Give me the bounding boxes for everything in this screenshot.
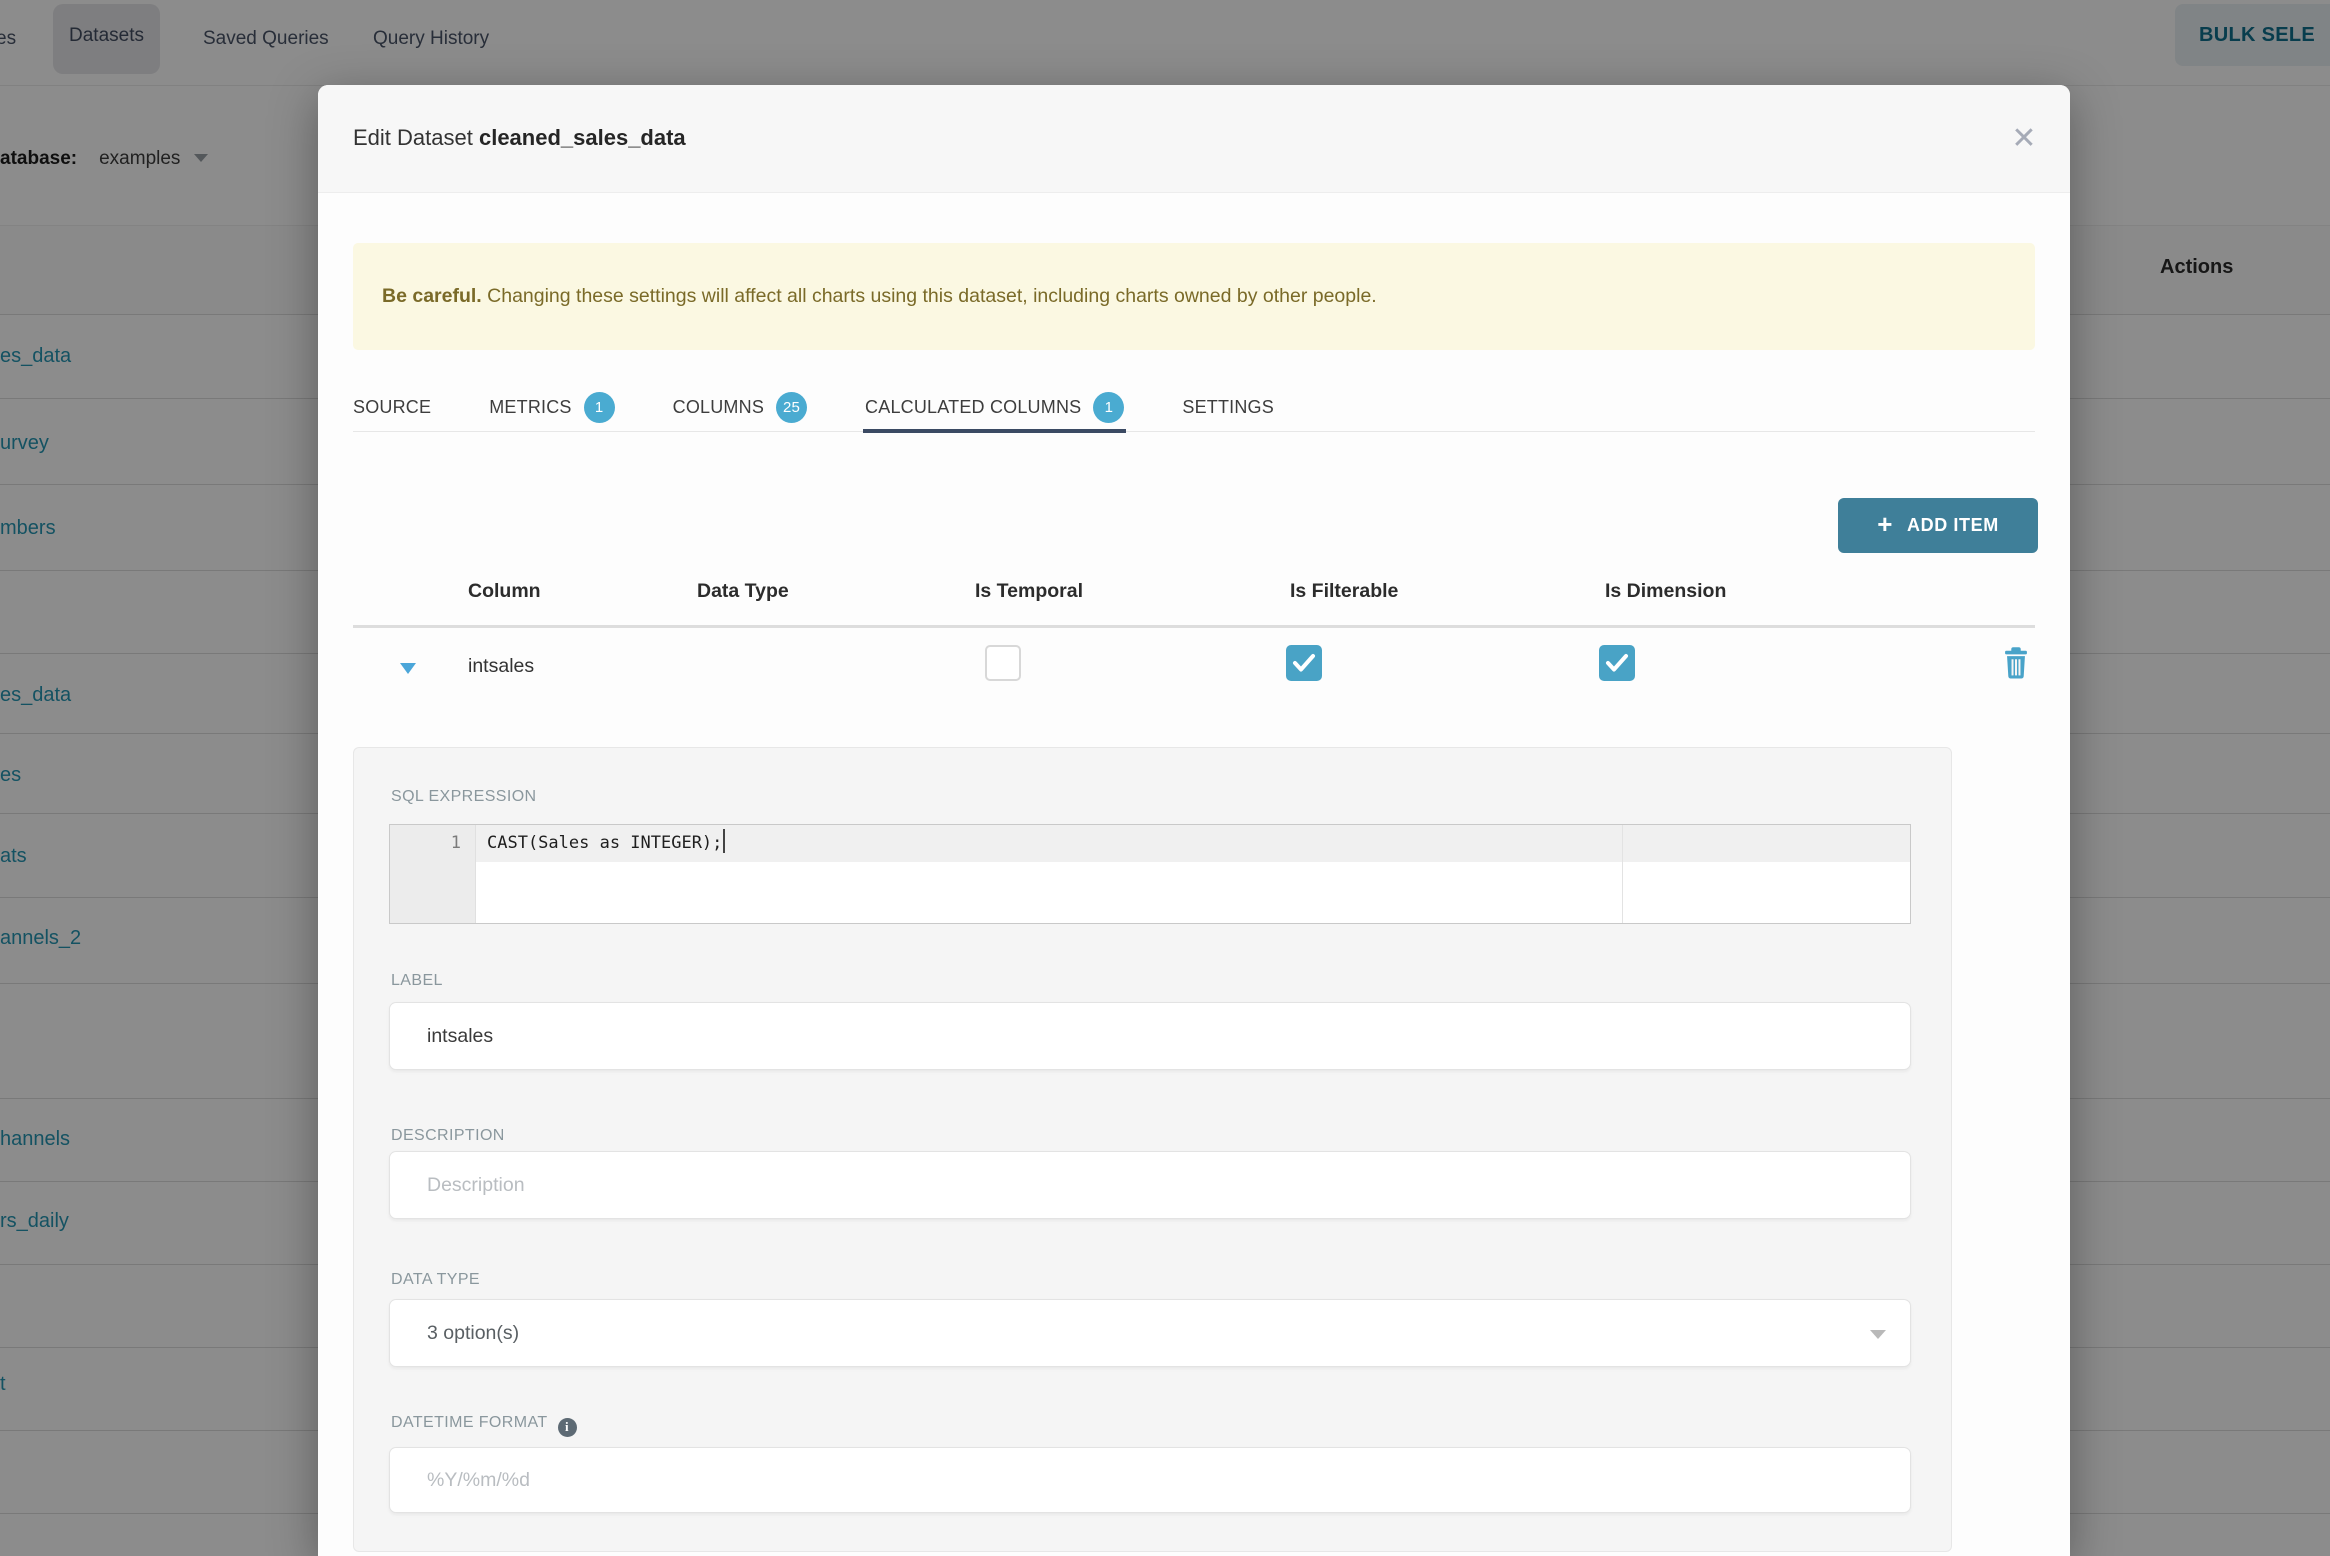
- grid-header-data-type: Data Type: [697, 580, 789, 602]
- data-type-value: 3 option(s): [427, 1321, 520, 1344]
- is-temporal-checkbox[interactable]: [985, 645, 1021, 681]
- delete-column-icon[interactable]: [2001, 645, 2031, 681]
- warning-banner: Be careful. Changing these settings will…: [353, 243, 2035, 350]
- tab-label: CALCULATED COLUMNS: [865, 396, 1082, 417]
- editor-line-number: 1: [450, 833, 461, 853]
- data-type-label: DATA TYPE: [391, 1271, 480, 1288]
- tab-label: METRICS: [489, 396, 572, 417]
- data-type-select[interactable]: 3 option(s): [389, 1299, 1911, 1367]
- editor-print-margin: [1622, 825, 1623, 923]
- tab-source[interactable]: SOURCE: [353, 383, 431, 431]
- add-item-label: ADD ITEM: [1907, 515, 1999, 535]
- calculated-column-name: intsales: [468, 655, 535, 677]
- tab-columns[interactable]: COLUMNS 25: [672, 383, 808, 431]
- tab-calculated-columns[interactable]: CALCULATED COLUMNS 1: [863, 383, 1127, 433]
- plus-icon: +: [1877, 508, 1893, 539]
- datetime-format-input[interactable]: [389, 1447, 1911, 1513]
- is-dimension-checkbox[interactable]: [1599, 645, 1635, 681]
- tab-label: COLUMNS: [672, 396, 765, 417]
- tab-count-badge: 1: [1093, 391, 1125, 423]
- tab-count-badge: 1: [583, 391, 615, 423]
- grid-header-is-temporal: Is Temporal: [975, 580, 1084, 602]
- warning-text: Be careful. Changing these settings will…: [382, 285, 1377, 307]
- modal-tabs: SOURCE METRICS 1 COLUMNS 25 CALCULATED COLUMN…: [353, 383, 2035, 433]
- grid-header-is-filterable: Is Filterable: [1290, 580, 1399, 602]
- sql-editor[interactable]: 1 CAST(Sales as INTEGER);: [389, 824, 1911, 924]
- tab-metrics[interactable]: METRICS 1: [489, 383, 615, 431]
- modal-title-dataset-name: cleaned_sales_data: [478, 125, 686, 150]
- modal-title: Edit Dataset cleaned_sales_data: [353, 125, 686, 151]
- tab-label: SOURCE: [353, 396, 432, 417]
- sql-expression-label: SQL EXPRESSION: [391, 788, 537, 805]
- grid-header-column: Column: [468, 580, 541, 602]
- datetime-format-label: DATETIME FORMAT i: [391, 1414, 577, 1437]
- edit-dataset-modal: Edit Dataset cleaned_sales_data ✕ Be car…: [318, 85, 2070, 1556]
- modal-header: Edit Dataset cleaned_sales_data ✕: [318, 85, 2070, 193]
- label-input[interactable]: [389, 1002, 1911, 1070]
- tab-settings[interactable]: SETTINGS: [1182, 383, 1274, 431]
- sql-code-line: CAST(Sales as INTEGER);: [487, 825, 726, 862]
- modal-title-prefix: Edit Dataset: [353, 125, 473, 150]
- text-cursor: [723, 829, 726, 853]
- description-input[interactable]: [389, 1151, 1911, 1219]
- warning-bold: Be careful.: [382, 285, 482, 307]
- tab-count-badge: 25: [776, 391, 808, 423]
- info-icon[interactable]: i: [557, 1417, 577, 1437]
- is-filterable-checkbox[interactable]: [1286, 645, 1322, 681]
- select-caret-icon: [1870, 1330, 1886, 1339]
- grid-divider: [353, 625, 2035, 628]
- add-item-button[interactable]: + ADD ITEM: [1838, 498, 2038, 553]
- column-detail-card: SQL EXPRESSION 1 CAST(Sales as INTEGER);…: [353, 747, 1952, 1552]
- row-expand-caret-icon[interactable]: [400, 663, 416, 674]
- tab-label: SETTINGS: [1182, 396, 1274, 417]
- screen: es Datasets Saved Queries Query History …: [0, 0, 2330, 1556]
- description-label: DESCRIPTION: [391, 1127, 505, 1144]
- grid-header-is-dimension: Is Dimension: [1605, 580, 1727, 602]
- close-icon[interactable]: ✕: [2006, 121, 2042, 157]
- label-label: LABEL: [391, 972, 443, 989]
